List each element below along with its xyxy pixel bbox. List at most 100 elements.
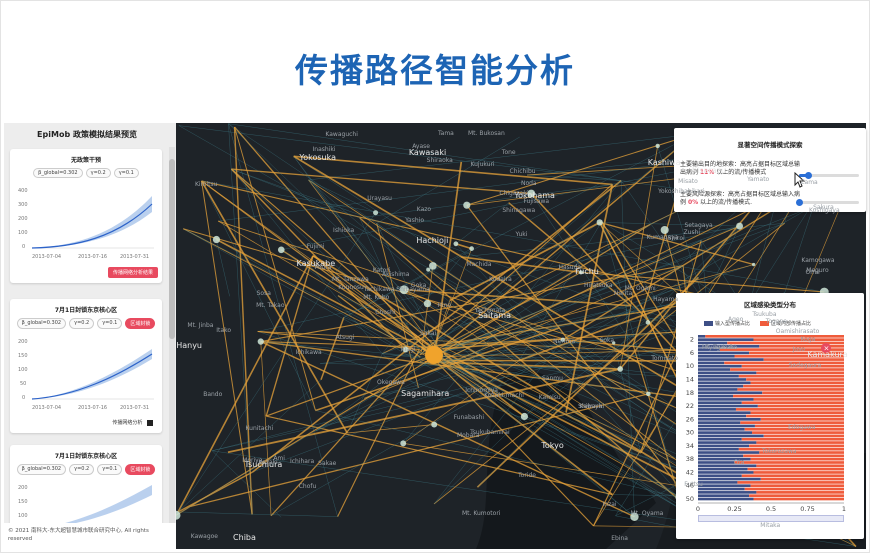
policy-card[interactable]: 无政策干预 β_global=0.302 γ=0.2 γ=0.1 400 300… [10, 149, 162, 283]
map-place-label: Ageo [728, 316, 744, 324]
ytick-label: 100 [18, 230, 28, 236]
map-place-label: Kamakura [807, 349, 848, 359]
bar-input [698, 477, 761, 481]
ytick-label: 22 [686, 402, 694, 410]
param-pill: β_global=0.302 [16, 464, 67, 475]
sidebar-scrollbar[interactable] [169, 147, 175, 523]
network-analysis-button[interactable]: 传播网络分析结果 [107, 267, 158, 278]
map-place-label: Kawaguchi [325, 131, 358, 139]
param-row: β_global=0.302 γ=0.2 γ=0.1 区域封锁 [10, 464, 162, 475]
flow-edge [231, 168, 360, 219]
xtick-label: 0.25 [727, 505, 741, 513]
xtick-label: 0 [696, 505, 700, 513]
bar-input [698, 497, 754, 501]
slider-knob[interactable] [805, 172, 812, 179]
bar-internal [744, 487, 844, 491]
map-place-label: Mt. Kumotori [462, 509, 501, 517]
flow-edge [231, 168, 688, 332]
ytick-label: 150 [18, 499, 28, 505]
bar-input [698, 335, 706, 338]
map-place-label: Hino [437, 302, 452, 309]
map-place-label: Kazo [416, 206, 432, 214]
map-place-label: Chofu [298, 482, 317, 490]
map-place-label: Inzai [602, 501, 617, 509]
map-place-label: Kimitsu [195, 180, 218, 188]
region-node [212, 235, 221, 244]
region-node [257, 338, 264, 345]
bar-input [698, 474, 742, 478]
map-place-label: Mt. Tanzawa [331, 275, 369, 283]
bar-internal [753, 497, 844, 501]
map-place-label: Ichikawa [295, 348, 322, 356]
ytick-label: 50 [20, 381, 26, 387]
region-node [736, 222, 744, 230]
bar-input [698, 378, 747, 381]
bar-input [698, 358, 764, 361]
bar-input [698, 351, 750, 355]
ytick-label: 200 [18, 339, 28, 345]
flow-edge [320, 352, 423, 364]
flow-edge [433, 161, 463, 358]
bar-input [698, 437, 742, 441]
flow-edge [270, 345, 426, 517]
bar-internal [746, 414, 844, 418]
map-place-label: Okegawa [377, 378, 405, 386]
bar-input [698, 441, 757, 444]
x-axis: 0 0.25 0.5 0.75 1 [696, 502, 846, 513]
network-analysis-button[interactable]: 传播网络分析 [107, 417, 158, 428]
map-place-label: Misato [678, 178, 698, 186]
region-node [645, 320, 651, 325]
stacked-bar-chart: 261014182226303438424650 0 0.25 0.5 0.75 1 × [686, 335, 846, 513]
ytick-label: 150 [18, 353, 28, 359]
bar-input [698, 368, 731, 371]
bar-input [698, 391, 763, 395]
map-place-label: Tsukubamirai [470, 428, 510, 436]
map-place-label: Kashiwa [647, 158, 681, 168]
output-threshold-slider[interactable] [799, 172, 859, 179]
bar-input [698, 484, 751, 488]
xtick-label: 2013-07-16 [78, 405, 107, 411]
map-place-label: Machida [466, 261, 492, 268]
bar-input [698, 408, 736, 411]
map-place-label: Mt. Bukosan [467, 129, 505, 137]
bar-internal [738, 374, 844, 378]
map-place-label: Zama [800, 179, 818, 187]
policy-card[interactable]: 7月1日封锁东京核心区 β_global=0.302 γ=0.2 γ=0.1 区… [10, 445, 162, 523]
ytick-label: 26 [686, 415, 694, 423]
map-place-label: Sodegaura [788, 361, 822, 369]
tokyo-hub-node [425, 346, 443, 364]
region-node [520, 412, 529, 421]
region-node [596, 219, 603, 226]
flow-edge [228, 123, 253, 515]
policy-sidebar: EpiMob 政策模拟结果预览 无政策干预 β_global=0.302 γ=0… [4, 123, 176, 523]
map-place-label: Hayama [653, 295, 678, 303]
scroll-thumb[interactable] [169, 159, 175, 339]
bar-internal [750, 457, 844, 461]
bar-internal [763, 434, 844, 438]
bar-input [698, 381, 751, 385]
map-place-label: Mt. Oyama [630, 509, 664, 517]
bar-internal [753, 471, 844, 474]
bar-input [698, 471, 754, 474]
param-pill: γ=0.2 [85, 168, 111, 178]
bar-input [698, 454, 744, 458]
map-place-label: Koshigaya [809, 206, 840, 214]
ytick-label: 100 [18, 513, 28, 519]
bar-internal [743, 384, 844, 388]
map-place-label: Akishima [382, 270, 410, 278]
bar-input [698, 411, 751, 415]
ytick-label: 400 [18, 188, 28, 194]
region-node [429, 262, 437, 270]
policy-card[interactable]: 7月1日封锁东京核心区 β_global=0.302 γ=0.2 γ=0.1 区… [10, 299, 162, 433]
ytick-label: 34 [686, 442, 694, 450]
bar-input [698, 424, 755, 428]
ytick-label: 30 [686, 429, 694, 437]
map-place-label: Ishioka [333, 227, 355, 235]
lockdown-badge: 区域封锁 [125, 464, 156, 475]
page-title: 传播路径智能分析 [295, 51, 575, 90]
bar-internal [750, 484, 844, 488]
bar-internal [760, 477, 844, 481]
map-place-label: Hachioji [416, 235, 449, 245]
bar-internal [733, 394, 844, 398]
slider-knob[interactable] [796, 199, 803, 206]
